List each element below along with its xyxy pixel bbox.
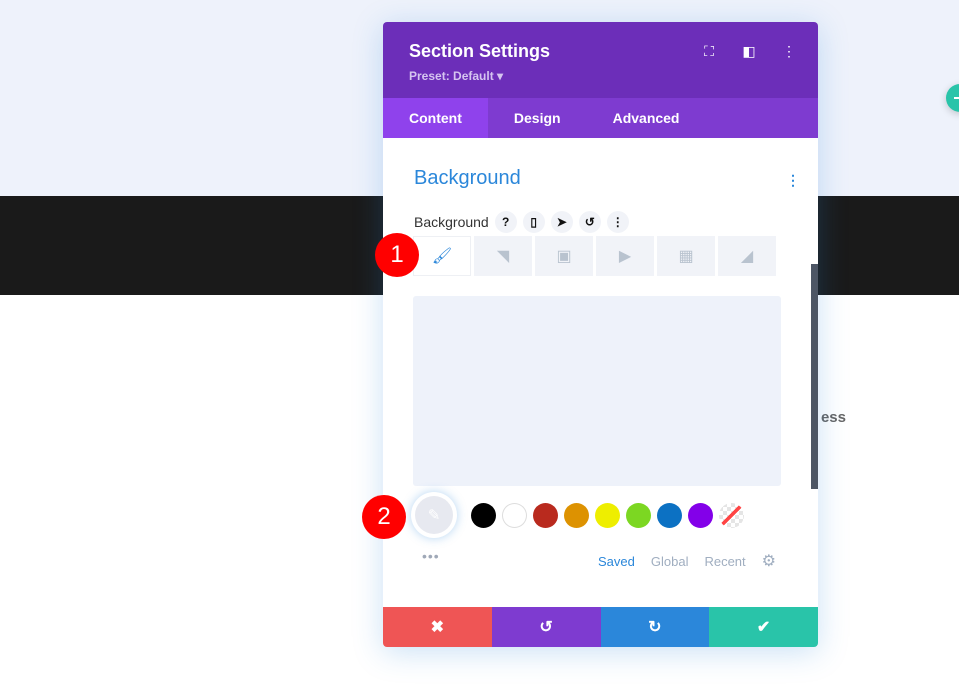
- modal-header: Section Settings Preset: Default ▾ ⛶ ◧ ⋮: [383, 22, 818, 98]
- more-vertical-icon[interactable]: ⋮: [780, 42, 798, 60]
- tab-design[interactable]: Design: [488, 98, 587, 138]
- pointer-icon[interactable]: ➤: [550, 211, 573, 233]
- tab-content[interactable]: Content: [383, 98, 488, 138]
- section-heading[interactable]: Background: [414, 167, 521, 190]
- section-more-icon[interactable]: ⋮: [786, 172, 800, 189]
- section-settings-modal: Section Settings Preset: Default ▾ ⛶ ◧ ⋮…: [383, 22, 818, 647]
- gear-icon[interactable]: ⚙: [762, 551, 776, 571]
- color-swatch[interactable]: [688, 502, 713, 528]
- video-icon[interactable]: ▶: [596, 236, 654, 276]
- modal-tabs: Content Design Advanced: [383, 98, 818, 138]
- mask-icon[interactable]: ◢: [718, 236, 776, 276]
- modal-title: Section Settings: [409, 41, 551, 61]
- gradient-icon[interactable]: ◥: [474, 236, 532, 276]
- reset-icon[interactable]: ↺: [578, 211, 601, 233]
- step-badge: 2: [362, 495, 406, 539]
- transparent-swatch[interactable]: [719, 502, 744, 528]
- step-badge: 1: [375, 233, 419, 277]
- color-swatch[interactable]: [657, 502, 682, 528]
- palette-tab-global[interactable]: Global: [651, 554, 689, 569]
- color-swatch[interactable]: [533, 502, 558, 528]
- undo-button[interactable]: ↺: [491, 607, 601, 647]
- mobile-icon[interactable]: ▯: [522, 211, 545, 233]
- color-swatch[interactable]: [502, 502, 527, 528]
- more-swatches-icon[interactable]: •••: [422, 548, 440, 564]
- color-preview: [413, 296, 781, 486]
- redo-button[interactable]: ↻: [600, 607, 710, 647]
- scrollbar[interactable]: [811, 264, 818, 489]
- save-button[interactable]: ✔: [709, 607, 818, 647]
- field-label: Background: [414, 214, 489, 230]
- palette-tab-recent[interactable]: Recent: [704, 554, 745, 569]
- color-swatch[interactable]: [595, 502, 620, 528]
- eyedropper-icon: ✎: [415, 496, 453, 534]
- image-icon[interactable]: ▣: [535, 236, 593, 276]
- tab-advanced[interactable]: Advanced: [587, 98, 706, 138]
- palette-tab-saved[interactable]: Saved: [598, 554, 635, 569]
- color-swatch[interactable]: [626, 502, 651, 528]
- pattern-icon[interactable]: ▦: [657, 236, 715, 276]
- more-icon[interactable]: ⋮: [606, 211, 629, 233]
- color-swatch[interactable]: [564, 502, 589, 528]
- preset-dropdown[interactable]: Preset: Default ▾: [409, 69, 503, 83]
- help-icon[interactable]: ?: [494, 211, 517, 233]
- columns-icon[interactable]: ◧: [740, 42, 758, 60]
- fullscreen-icon[interactable]: ⛶: [700, 42, 718, 60]
- color-picker-button[interactable]: ✎: [411, 492, 457, 538]
- color-swatch[interactable]: [471, 502, 496, 528]
- color-icon[interactable]: 🖌: [413, 236, 471, 276]
- cancel-button[interactable]: ✖: [383, 607, 492, 647]
